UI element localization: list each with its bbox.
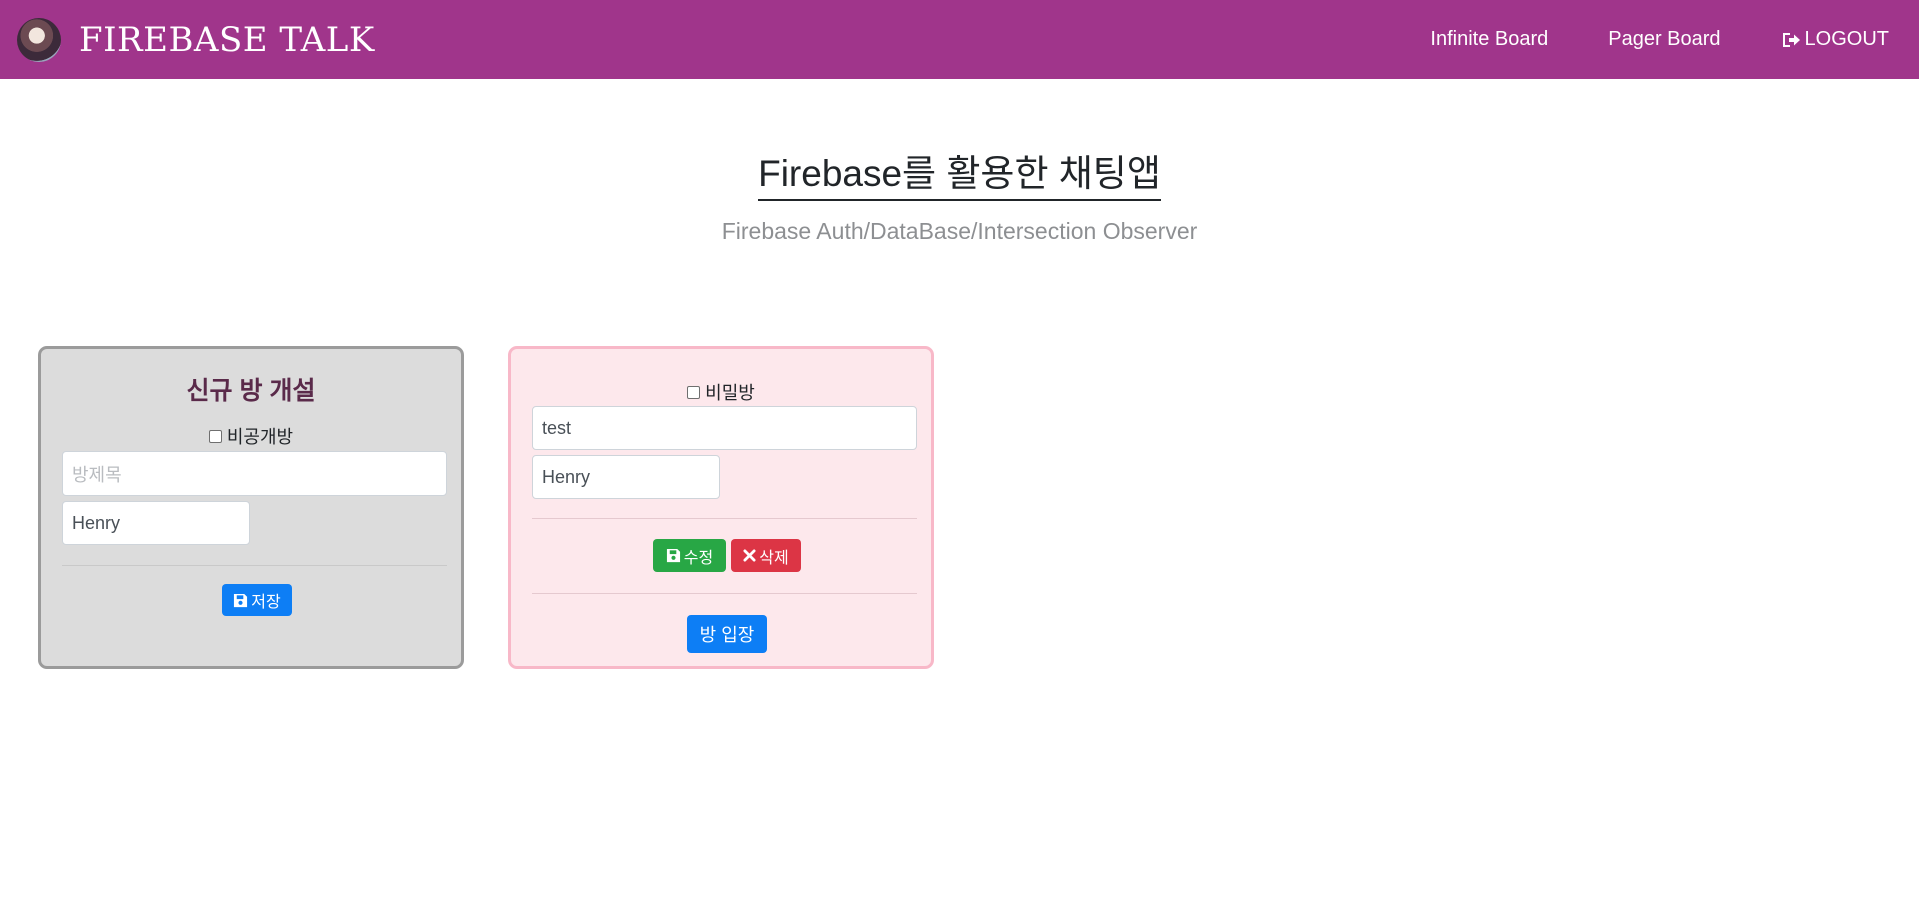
owner-name-input[interactable]: Henry: [62, 501, 250, 545]
room-title-field[interactable]: test: [532, 406, 917, 450]
save-button[interactable]: 저장: [222, 584, 292, 616]
save-button-label: 저장: [251, 594, 281, 611]
logout-label: LOGOUT: [1804, 28, 1889, 50]
nav-link-pager-board[interactable]: Pager Board: [1608, 28, 1720, 51]
secret-room-check-row: 비밀방: [511, 379, 931, 405]
private-room-check-row: 비공개방: [41, 423, 461, 449]
floppy-disk-icon: [666, 548, 680, 563]
private-room-checkbox[interactable]: [208, 429, 222, 443]
room-card: 비밀방 test Henry 수정 삭제 방 입장: [508, 346, 934, 669]
secret-room-label: 비밀방: [705, 383, 755, 403]
brand-title: FIREBASE TALK: [79, 19, 375, 60]
sign-out-icon: [1782, 32, 1800, 47]
edit-room-button[interactable]: 수정: [653, 539, 726, 572]
nav-links: Infinite Board Pager Board LOGOUT: [1430, 0, 1889, 79]
new-room-title: 신규 방 개설: [186, 377, 316, 405]
page-title-wrap: Firebase를 활용한 채팅앱: [0, 152, 1919, 201]
delete-room-button[interactable]: 삭제: [731, 539, 801, 572]
page-title: Firebase를 활용한 채팅앱: [758, 152, 1161, 201]
edit-room-button-label: 수정: [683, 549, 714, 567]
nav-link-infinite-board[interactable]: Infinite Board: [1430, 28, 1548, 51]
page-subtitle: Firebase Auth/DataBase/Intersection Obse…: [721, 218, 1198, 244]
new-room-card: 신규 방 개설 비공개방 방제목 Henry 저장: [38, 346, 464, 669]
room-owner-field[interactable]: Henry: [532, 455, 720, 499]
card-divider: [532, 518, 917, 519]
brand[interactable]: FIREBASE TALK: [17, 17, 375, 62]
x-mark-icon: [743, 549, 756, 562]
floppy-disk-icon: [234, 593, 248, 607]
delete-room-button-label: 삭제: [759, 549, 789, 567]
room-title-input[interactable]: 방제목: [62, 451, 447, 496]
secret-room-checkbox[interactable]: [687, 385, 701, 399]
private-room-label: 비공개방: [226, 427, 294, 447]
card-divider: [62, 565, 447, 566]
enter-room-button[interactable]: 방 입장: [687, 615, 767, 653]
top-navbar: FIREBASE TALK Infinite Board Pager Board…: [0, 0, 1919, 79]
card-divider: [532, 593, 917, 594]
logout-link[interactable]: LOGOUT: [1781, 28, 1889, 51]
brand-avatar: [17, 17, 61, 62]
